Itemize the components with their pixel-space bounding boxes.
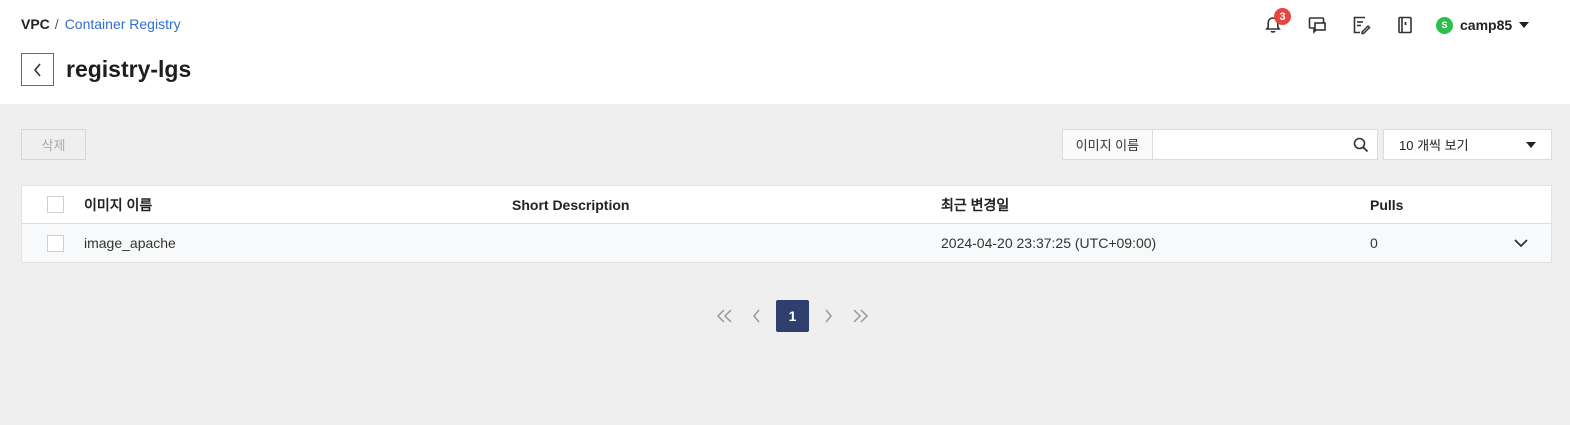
image-pulls: 0 (1370, 235, 1378, 251)
page-size-label: 10 개씩 보기 (1399, 138, 1469, 153)
breadcrumb-container-registry[interactable]: Container Registry (65, 16, 181, 32)
next-page-button[interactable] (815, 300, 841, 332)
docs-button[interactable] (1390, 12, 1420, 38)
caret-down-icon (1526, 141, 1536, 148)
pagination: 1 (709, 300, 876, 332)
double-chevron-right-icon (853, 309, 869, 323)
chevron-left-icon (33, 62, 41, 77)
image-name[interactable]: image_apache (84, 235, 512, 251)
note-edit-icon (1353, 16, 1371, 35)
table-row[interactable]: image_apache 2024-04-20 23:37:25 (UTC+09… (22, 224, 1551, 262)
notification-badge: 3 (1274, 8, 1291, 25)
column-header-pulls[interactable]: Pulls (1370, 197, 1510, 213)
search-bar: 이미지 이름 (1062, 129, 1378, 160)
search-button[interactable] (1345, 130, 1377, 159)
chevron-right-icon (825, 309, 832, 323)
select-all-checkbox[interactable] (47, 196, 64, 213)
caret-down-icon (1519, 22, 1530, 28)
username: camp85 (1460, 17, 1513, 33)
last-page-button[interactable] (847, 300, 873, 332)
column-header-description[interactable]: Short Description (512, 197, 941, 213)
page-title: registry-lgs (66, 56, 192, 82)
table-header: 이미지 이름 Short Description 최근 변경일 Pulls (22, 186, 1551, 224)
search-field-label[interactable]: 이미지 이름 (1063, 130, 1153, 159)
search-input[interactable] (1152, 130, 1345, 159)
row-checkbox[interactable] (47, 234, 64, 252)
avatar: S (1436, 16, 1453, 34)
chat-button[interactable] (1302, 12, 1332, 38)
header-actions: 3 S camp85 (1258, 8, 1530, 38)
book-icon (1398, 16, 1412, 34)
breadcrumb-separator: / (54, 16, 59, 32)
prev-page-button[interactable] (744, 300, 770, 332)
delete-button[interactable]: 삭제 (21, 129, 86, 160)
page-header: VPC / Container Registry registry-lgs 3 (0, 0, 1570, 104)
first-page-button[interactable] (712, 300, 738, 332)
page-button-current[interactable]: 1 (776, 300, 809, 332)
column-header-updated[interactable]: 최근 변경일 (941, 195, 1370, 215)
notifications-button[interactable]: 3 (1258, 8, 1291, 38)
double-chevron-left-icon (716, 309, 732, 323)
page-size-select[interactable]: 10 개씩 보기 (1383, 129, 1552, 160)
back-button[interactable] (21, 53, 54, 86)
expand-row-button[interactable] (1513, 235, 1529, 251)
user-menu[interactable]: S camp85 (1436, 16, 1530, 34)
breadcrumb: VPC / Container Registry (21, 16, 181, 32)
edit-notes-button[interactable] (1346, 12, 1376, 38)
image-updated: 2024-04-20 23:37:25 (UTC+09:00) (941, 235, 1157, 251)
chevron-left-icon (753, 309, 760, 323)
search-icon (1353, 137, 1368, 152)
breadcrumb-root[interactable]: VPC (21, 16, 50, 32)
chevron-down-icon (1514, 239, 1528, 248)
column-header-name[interactable]: 이미지 이름 (84, 195, 512, 215)
image-table: 이미지 이름 Short Description 최근 변경일 Pulls im… (21, 185, 1552, 263)
chat-icon (1308, 17, 1326, 34)
